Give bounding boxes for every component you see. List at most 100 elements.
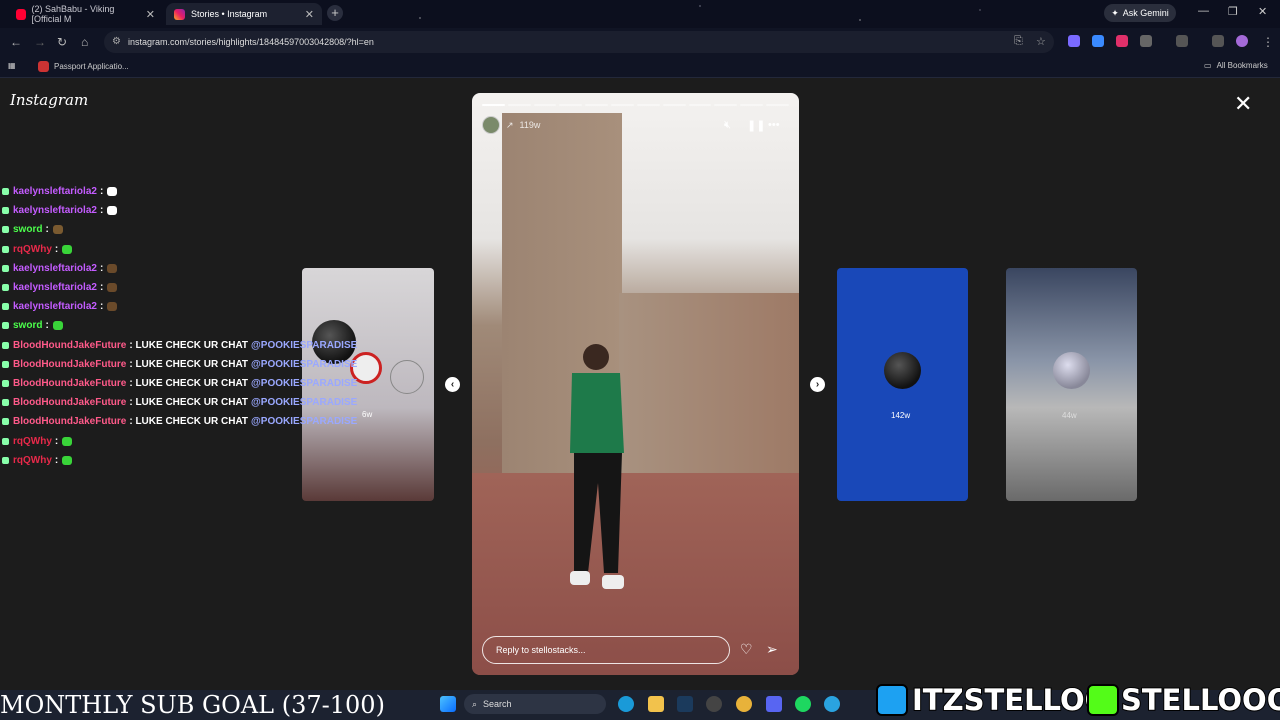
- extension-icon[interactable]: [1068, 35, 1080, 47]
- chat-mention: @POOKIESPARADISE: [251, 358, 358, 370]
- progress-segment: [766, 104, 789, 106]
- steam-icon[interactable]: [677, 696, 693, 712]
- sub-goal-text: MONTHLY SUB GOAL (37-100): [0, 691, 385, 719]
- install-icon[interactable]: ⎘: [1014, 35, 1023, 48]
- emote-icon: [107, 283, 118, 293]
- site-info-icon[interactable]: ⚙: [112, 36, 121, 47]
- sparkle-icon: ✦: [1111, 7, 1119, 18]
- chat-username: rqQWhy: [13, 454, 52, 466]
- next-story-card[interactable]: 142w: [837, 268, 968, 501]
- home-icon[interactable]: ⌂: [81, 35, 88, 49]
- address-bar[interactable]: ⚙ instagram.com/stories/highlights/18484…: [104, 31, 1054, 53]
- story-age: 44w: [1062, 411, 1077, 420]
- badge-icon: [2, 226, 9, 234]
- instagram-logo[interactable]: Instagram: [10, 91, 88, 109]
- badge-icon: [2, 341, 9, 349]
- badge-icon: [2, 379, 9, 387]
- progress-segment: [662, 104, 686, 106]
- previous-story-arrow[interactable]: ‹: [445, 377, 460, 392]
- progress-segment: [740, 104, 764, 106]
- progress-segment: [533, 104, 557, 106]
- back-icon[interactable]: ←: [10, 35, 22, 49]
- badge-icon: [2, 418, 9, 426]
- extension-icon[interactable]: [1116, 35, 1128, 47]
- story-progress-bar: [482, 104, 789, 106]
- emote-icon: [107, 263, 118, 273]
- all-bookmarks-button[interactable]: ▭ All Bookmarks: [1204, 61, 1268, 70]
- discord-icon[interactable]: [766, 696, 782, 712]
- extension-icon[interactable]: [1092, 35, 1104, 47]
- chat-username: BloodHoundJakeFuture: [13, 416, 127, 428]
- chat-message: kaelynsleftariola2:: [2, 182, 362, 201]
- app-icon[interactable]: [706, 696, 722, 712]
- tab-youtube[interactable]: (2) SahBabu - Viking [Official M ✕: [8, 3, 163, 25]
- bookmark-item[interactable]: Passport Applicatio...: [38, 61, 129, 72]
- file-explorer-icon[interactable]: [648, 696, 664, 712]
- ask-gemini-label: Ask Gemini: [1122, 8, 1169, 18]
- youtube-icon: [16, 8, 26, 20]
- folder-icon: ▭: [1204, 61, 1212, 70]
- bookmarks-bar: ▦ Passport Applicatio... ▭ All Bookmarks: [0, 56, 1280, 78]
- close-tab-icon[interactable]: ✕: [146, 8, 155, 21]
- story-age: 6w: [362, 410, 373, 419]
- chat-message: kaelynsleftariola2:: [2, 297, 362, 316]
- telegram-icon[interactable]: [824, 696, 840, 712]
- search-label: Search: [483, 699, 512, 709]
- extensions-puzzle-icon[interactable]: [1140, 35, 1152, 47]
- badge-icon: [2, 322, 9, 330]
- bookmark-favicon: [38, 61, 49, 72]
- progress-segment: [611, 104, 634, 106]
- stream-chat-overlay: kaelynsleftariola2: kaelynsleftariola2: sw…: [2, 182, 362, 470]
- chat-text: : LUKE CHECK UR CHAT: [129, 397, 249, 409]
- spotify-icon[interactable]: [795, 696, 811, 712]
- menu-kebab-icon[interactable]: ⋮: [1262, 35, 1274, 49]
- bookmark-star-icon[interactable]: ☆: [1036, 35, 1046, 48]
- chat-username: BloodHoundJakeFuture: [13, 358, 127, 370]
- new-tab-button[interactable]: +: [327, 5, 343, 21]
- emote-icon: [52, 225, 63, 235]
- next-story-card[interactable]: 44w: [1006, 268, 1137, 501]
- reply-input[interactable]: Reply to stellostacks...: [482, 636, 730, 664]
- profile-avatar[interactable]: [1236, 35, 1248, 47]
- chat-mention: @POOKIESPARADISE: [251, 339, 358, 351]
- close-icon[interactable]: ✕: [1234, 93, 1252, 115]
- pause-icon[interactable]: ❚❚: [747, 119, 765, 132]
- badge-icon: [2, 399, 9, 407]
- reload-icon[interactable]: ↻: [57, 35, 67, 49]
- heart-icon[interactable]: ♡: [740, 641, 753, 658]
- chat-text: :: [54, 435, 59, 447]
- tab-instagram[interactable]: Stories • Instagram ✕: [166, 3, 322, 25]
- chat-message: kaelynsleftariola2:: [2, 278, 362, 297]
- emote-icon: [107, 302, 118, 312]
- progress-segment: [636, 104, 660, 106]
- taskbar-search[interactable]: ⌕ Search: [464, 694, 606, 714]
- send-icon[interactable]: ➢: [766, 641, 778, 658]
- more-options-icon[interactable]: •••: [768, 119, 780, 131]
- current-story[interactable]: ↗ 119w 🔇︎ ❚❚ ••• Reply to stellostacks..…: [472, 93, 799, 675]
- maximize-icon[interactable]: ❐: [1228, 5, 1238, 18]
- ask-gemini-button[interactable]: ✦ Ask Gemini: [1104, 4, 1176, 22]
- windows-start-icon[interactable]: [440, 696, 456, 712]
- mute-icon[interactable]: 🔇︎: [724, 119, 731, 132]
- next-story-arrow[interactable]: ›: [810, 377, 825, 392]
- edge-icon[interactable]: [618, 696, 634, 712]
- story-author-avatar[interactable]: [482, 116, 500, 134]
- window-close-icon[interactable]: ✕: [1258, 5, 1267, 18]
- chat-text: :: [99, 301, 104, 313]
- chat-username: sword: [13, 320, 43, 332]
- forward-icon[interactable]: →: [34, 35, 46, 49]
- badge-icon: [2, 360, 9, 368]
- chat-message: BloodHoundJakeFuture: LUKE CHECK UR CHAT…: [2, 374, 362, 393]
- media-icon[interactable]: [1212, 35, 1224, 47]
- browser-tab-bar: (2) SahBabu - Viking [Official M ✕ Stori…: [0, 0, 1280, 28]
- emote-icon: [107, 187, 118, 197]
- minimize-icon[interactable]: —: [1198, 5, 1209, 17]
- badge-icon: [2, 264, 9, 272]
- close-tab-icon[interactable]: ✕: [305, 8, 314, 21]
- chat-text: :: [99, 186, 104, 198]
- chrome-icon[interactable]: [736, 696, 752, 712]
- progress-segment: [482, 104, 505, 106]
- apps-grid-icon[interactable]: ▦: [8, 61, 16, 70]
- sidepanel-icon[interactable]: [1176, 35, 1188, 47]
- story-avatar: [884, 352, 921, 389]
